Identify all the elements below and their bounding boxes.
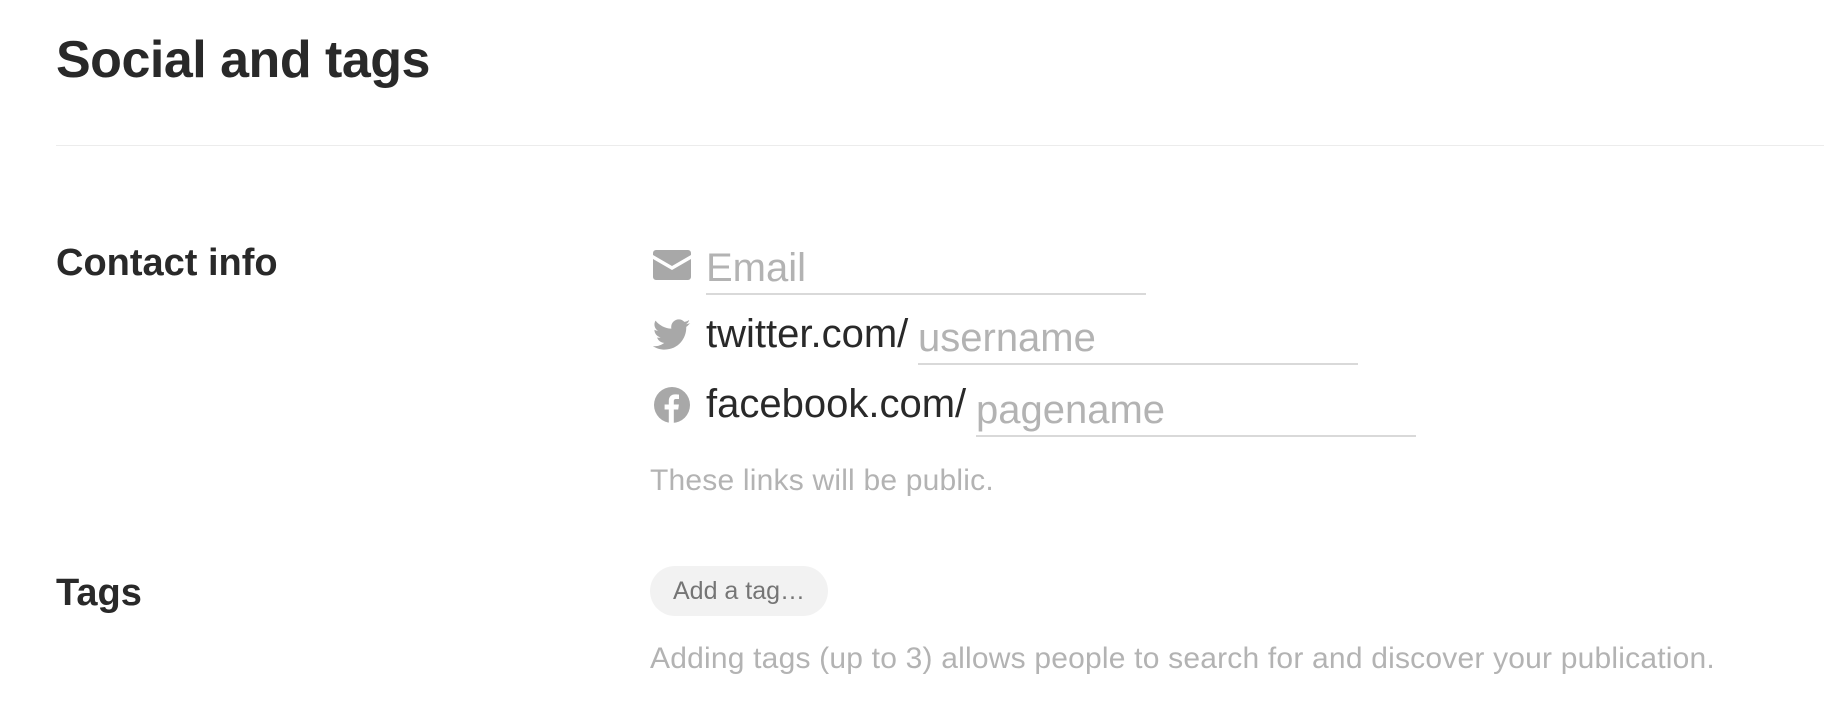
- facebook-pagename-field[interactable]: [976, 385, 1416, 437]
- twitter-icon: [653, 316, 691, 354]
- twitter-username-field[interactable]: [918, 313, 1358, 365]
- twitter-prefix: twitter.com/: [706, 312, 909, 356]
- facebook-icon: [653, 386, 691, 424]
- contact-help-text: These links will be public.: [650, 464, 994, 497]
- tags-help-text: Adding tags (up to 3) allows people to s…: [650, 642, 1715, 675]
- contact-info-label: Contact info: [56, 242, 278, 284]
- tags-label: Tags: [56, 572, 142, 614]
- email-field[interactable]: [706, 243, 1146, 295]
- add-tag-button[interactable]: Add a tag…: [650, 566, 828, 616]
- header-divider: [56, 145, 1824, 146]
- facebook-prefix: facebook.com/: [706, 382, 967, 426]
- envelope-icon: [653, 246, 691, 284]
- page-title: Social and tags: [56, 31, 430, 89]
